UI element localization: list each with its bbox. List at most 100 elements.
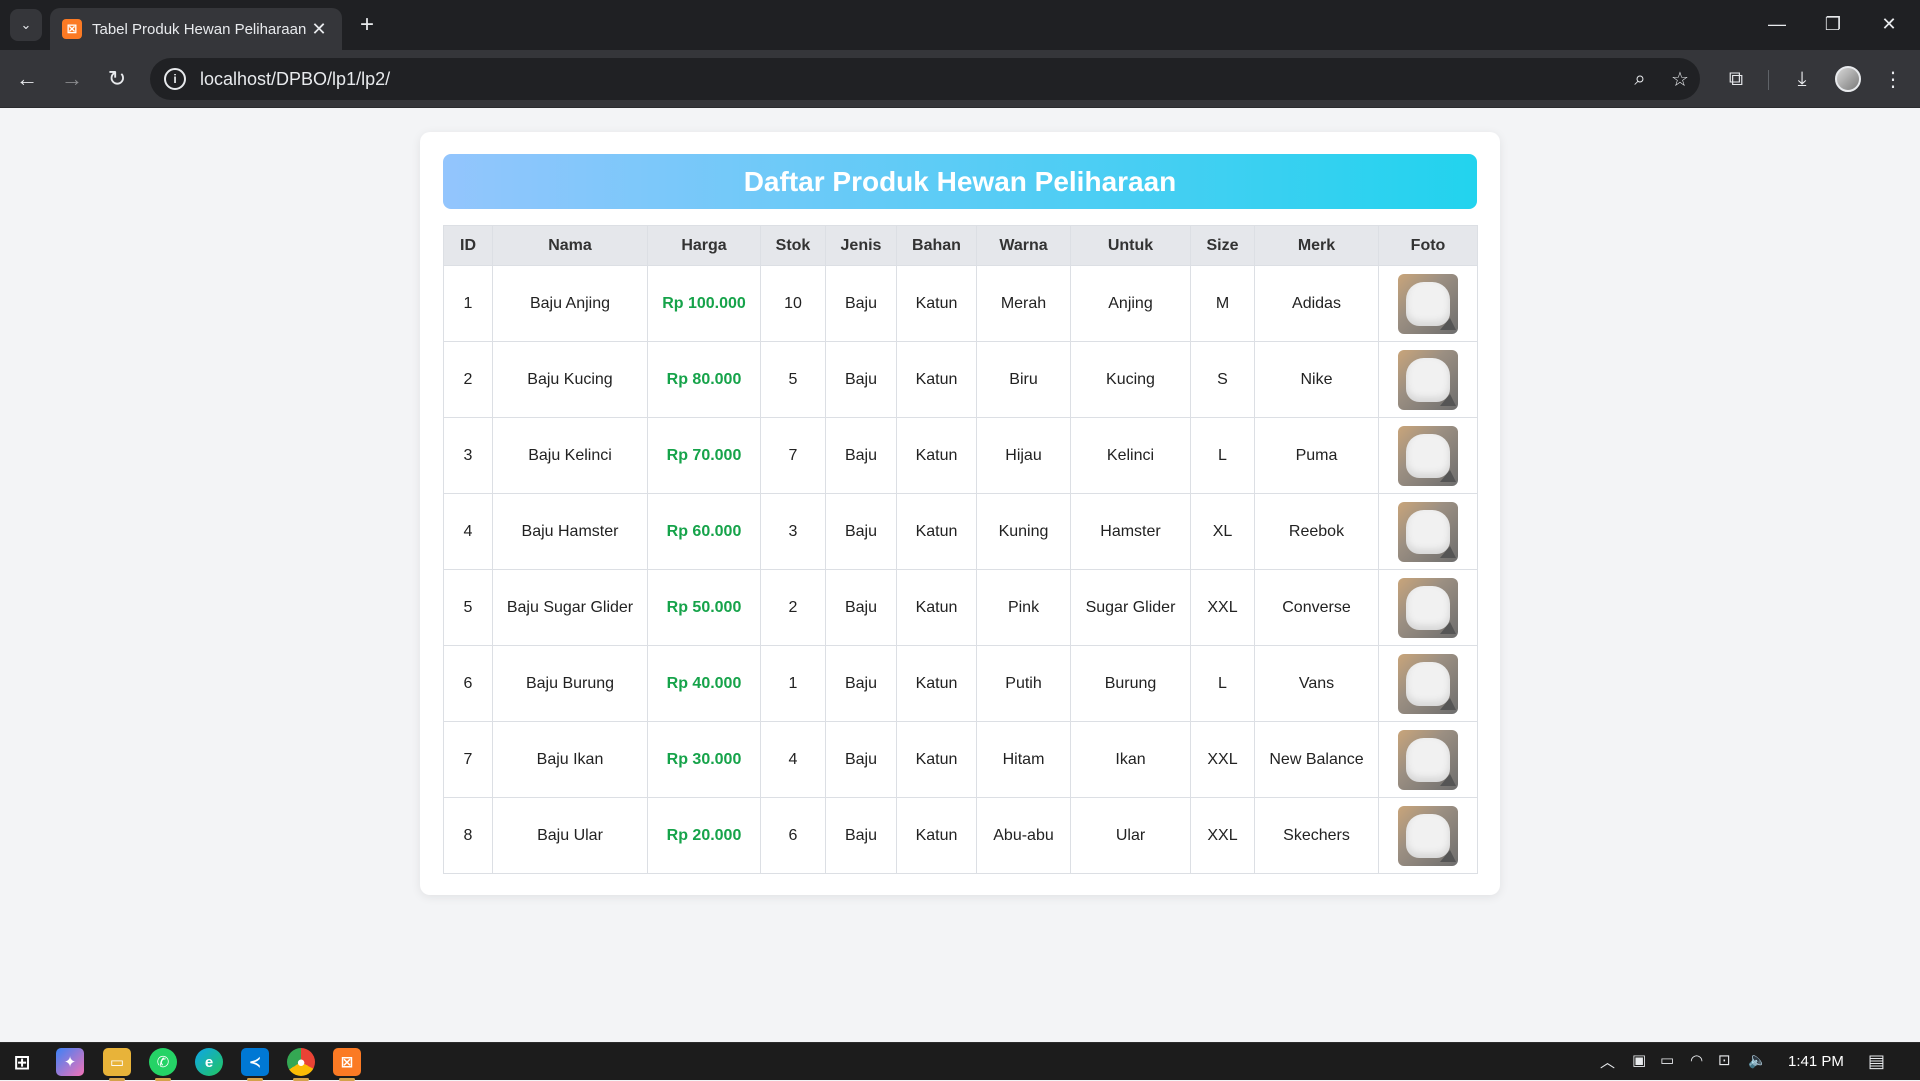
forward-arrow-icon[interactable]: →	[55, 62, 89, 96]
tab-close-icon[interactable]: ✕	[308, 19, 330, 40]
cell-stok: 5	[760, 341, 826, 418]
cell-size: M	[1190, 265, 1255, 342]
taskbar-clock[interactable]: 1:41 PM	[1788, 1053, 1844, 1070]
cell-merk: Vans	[1254, 645, 1379, 722]
table-row: 1 Baju Anjing Rp 100.000 10 Baju Katun M…	[443, 265, 1478, 342]
cell-merk: Skechers	[1254, 797, 1379, 874]
cell-jenis: Baju	[825, 645, 897, 722]
product-photo	[1398, 577, 1458, 638]
cell-warna: Putih	[976, 645, 1071, 722]
cell-size: S	[1190, 341, 1255, 418]
cell-bahan: Katun	[896, 569, 977, 646]
cell-jenis: Baju	[825, 721, 897, 798]
cell-merk: New Balance	[1254, 721, 1379, 798]
cell-nama: Baju Burung	[492, 645, 648, 722]
cell-harga: Rp 50.000	[647, 569, 761, 646]
cell-size: XXL	[1190, 721, 1255, 798]
cell-untuk: Anjing	[1070, 265, 1191, 342]
cell-size: L	[1190, 645, 1255, 722]
cell-id: 8	[443, 797, 493, 874]
cell-merk: Converse	[1254, 569, 1379, 646]
page-viewport: Daftar Produk Hewan Peliharaan ID Nama H…	[0, 108, 1920, 1042]
cell-id: 7	[443, 721, 493, 798]
windows-taskbar: ⊞ ✦ ▭ ✆ e ≺ ● ⊠ ︿ ▣ ▭ ◠ ⊡ 🔈 1:41 PM ▤	[0, 1042, 1920, 1081]
cell-id: 1	[443, 265, 493, 342]
cell-foto	[1378, 265, 1478, 342]
cell-jenis: Baju	[825, 569, 897, 646]
wifi-icon[interactable]: ◠	[1690, 1051, 1703, 1069]
cell-warna: Merah	[976, 265, 1071, 342]
cell-warna: Abu-abu	[976, 797, 1071, 874]
extensions-icon[interactable]: ⧉	[1719, 62, 1753, 96]
column-header-merk: Merk	[1254, 225, 1379, 266]
cell-jenis: Baju	[825, 417, 897, 494]
battery-icon[interactable]: ▭	[1660, 1051, 1674, 1069]
new-tab-icon[interactable]: +	[352, 10, 382, 40]
meet-now-icon[interactable]: ▣	[1632, 1051, 1646, 1069]
download-icon[interactable]: ⤓	[1785, 62, 1819, 96]
url-text[interactable]: localhost/DPBO/lp1/lp2/	[200, 69, 1620, 90]
cell-foto	[1378, 797, 1478, 874]
column-header-harga: Harga	[647, 225, 761, 266]
cell-harga: Rp 60.000	[647, 493, 761, 570]
cell-id: 3	[443, 417, 493, 494]
cell-warna: Biru	[976, 341, 1071, 418]
site-info-icon[interactable]: i	[164, 68, 186, 90]
cell-foto	[1378, 721, 1478, 798]
close-window-icon[interactable]: ✕	[1866, 6, 1912, 42]
xampp-icon[interactable]: ⊠	[333, 1048, 361, 1076]
table-row: 4 Baju Hamster Rp 60.000 3 Baju Katun Ku…	[443, 493, 1478, 570]
whatsapp-icon[interactable]: ✆	[149, 1048, 177, 1076]
back-arrow-icon[interactable]: ←	[10, 62, 44, 96]
chevron-up-icon[interactable]: ︿	[1600, 1051, 1615, 1072]
zoom-icon[interactable]: ⌕	[1620, 68, 1660, 91]
cell-merk: Puma	[1254, 417, 1379, 494]
browser-tab[interactable]: ⊠ Tabel Produk Hewan Peliharaan ✕	[50, 8, 342, 50]
cell-merk: Adidas	[1254, 265, 1379, 342]
cell-nama: Baju Anjing	[492, 265, 648, 342]
bookmark-star-icon[interactable]: ☆	[1660, 67, 1700, 92]
windows-start-icon[interactable]: ⊞	[8, 1048, 36, 1076]
notifications-icon[interactable]: ▤	[1868, 1051, 1885, 1072]
column-header-id: ID	[443, 225, 493, 266]
column-header-bahan: Bahan	[896, 225, 977, 266]
cell-size: L	[1190, 417, 1255, 494]
product-photo	[1398, 273, 1458, 334]
cell-untuk: Burung	[1070, 645, 1191, 722]
cell-foto	[1378, 341, 1478, 418]
column-header-stok: Stok	[760, 225, 826, 266]
page-title: Daftar Produk Hewan Peliharaan	[443, 154, 1477, 209]
cell-warna: Hijau	[976, 417, 1071, 494]
column-header-untuk: Untuk	[1070, 225, 1191, 266]
edge-icon[interactable]: e	[195, 1048, 223, 1076]
address-bar[interactable]: i localhost/DPBO/lp1/lp2/ ⌕ ☆	[150, 58, 1700, 100]
vscode-icon[interactable]: ≺	[241, 1048, 269, 1076]
table-row: 8 Baju Ular Rp 20.000 6 Baju Katun Abu-a…	[443, 797, 1478, 874]
cell-untuk: Kelinci	[1070, 417, 1191, 494]
cell-bahan: Katun	[896, 645, 977, 722]
file-explorer-icon[interactable]: ▭	[103, 1048, 131, 1076]
cell-size: XXL	[1190, 797, 1255, 874]
cell-id: 5	[443, 569, 493, 646]
tab-search-icon[interactable]: ⌄	[10, 9, 42, 41]
minimize-icon[interactable]: —	[1754, 6, 1800, 42]
network-icon[interactable]: ⊡	[1718, 1051, 1731, 1069]
profile-avatar-icon[interactable]	[1835, 66, 1861, 92]
restore-icon[interactable]: ❐	[1810, 6, 1856, 42]
cell-stok: 1	[760, 645, 826, 722]
product-photo	[1398, 501, 1458, 562]
chrome-icon[interactable]: ●	[287, 1048, 315, 1076]
cell-untuk: Ular	[1070, 797, 1191, 874]
cell-bahan: Katun	[896, 797, 977, 874]
copilot-icon[interactable]: ✦	[56, 1048, 84, 1076]
volume-icon[interactable]: 🔈	[1748, 1051, 1767, 1069]
cell-jenis: Baju	[825, 341, 897, 418]
cell-size: XXL	[1190, 569, 1255, 646]
menu-kebab-icon[interactable]: ⋮	[1876, 62, 1910, 96]
table-header-row: ID Nama Harga Stok Jenis Bahan Warna Unt…	[443, 225, 1478, 266]
table-row: 7 Baju Ikan Rp 30.000 4 Baju Katun Hitam…	[443, 721, 1478, 798]
product-table: ID Nama Harga Stok Jenis Bahan Warna Unt…	[443, 225, 1478, 874]
reload-icon[interactable]: ↻	[100, 62, 134, 96]
cell-nama: Baju Ikan	[492, 721, 648, 798]
cell-stok: 10	[760, 265, 826, 342]
